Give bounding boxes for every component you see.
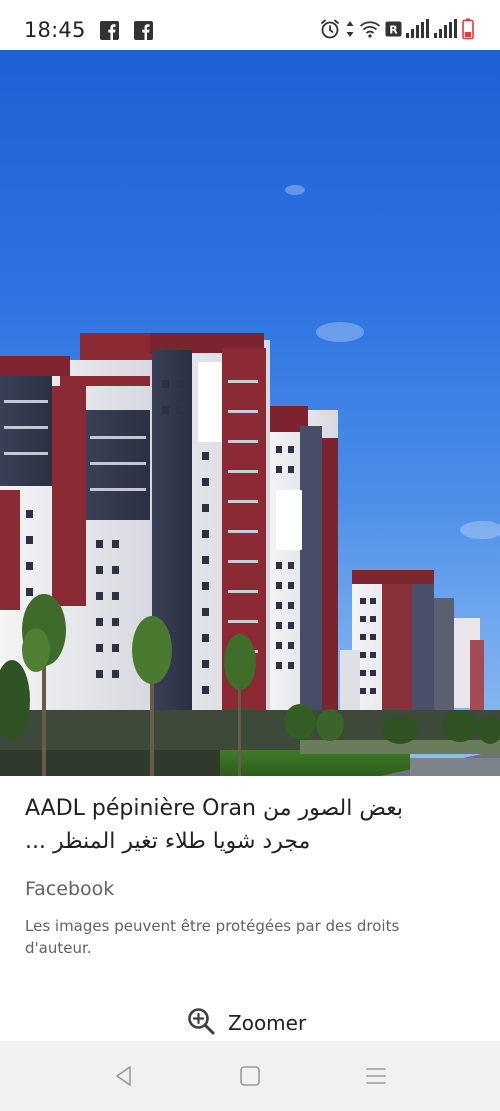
building-right [340,570,434,720]
system-status-icons: R [319,17,474,45]
result-title[interactable]: AADL pépinière Oran بعض الصور من مجرد شو… [25,792,475,858]
street-level [0,710,500,776]
alarm-icon [319,18,341,44]
data-arrows-icon [345,18,355,44]
roaming-r-icon: R [385,20,402,42]
svg-text:R: R [389,24,398,37]
wifi-icon [359,19,381,43]
zoom-label: Zoomer [228,1011,307,1035]
zoom-in-icon [186,1006,216,1040]
battery-low-icon [462,18,474,44]
zoom-button[interactable]: Zoomer [186,1004,306,1042]
result-source[interactable]: Facebook [25,878,114,900]
status-time: 18:45 [24,18,86,42]
signal-icon [406,19,430,43]
building-middle-right [268,406,338,730]
copyright-notice: Les images peuvent être protégées par de… [25,917,400,957]
facebook-icon [100,21,119,40]
result-title-line-2: مجرد شويا طلاء تغير المنظر ... [25,829,311,854]
result-image[interactable] [0,50,500,776]
back-icon[interactable] [111,1063,137,1089]
navigation-bar [0,1041,500,1111]
menu-icon[interactable] [363,1063,389,1089]
home-icon[interactable] [237,1063,263,1089]
building-far-right [432,598,484,718]
result-title-line-1: AADL pépinière Oran بعض الصور من [25,796,404,821]
facebook-icon [134,21,153,40]
signal-icon [434,19,458,43]
